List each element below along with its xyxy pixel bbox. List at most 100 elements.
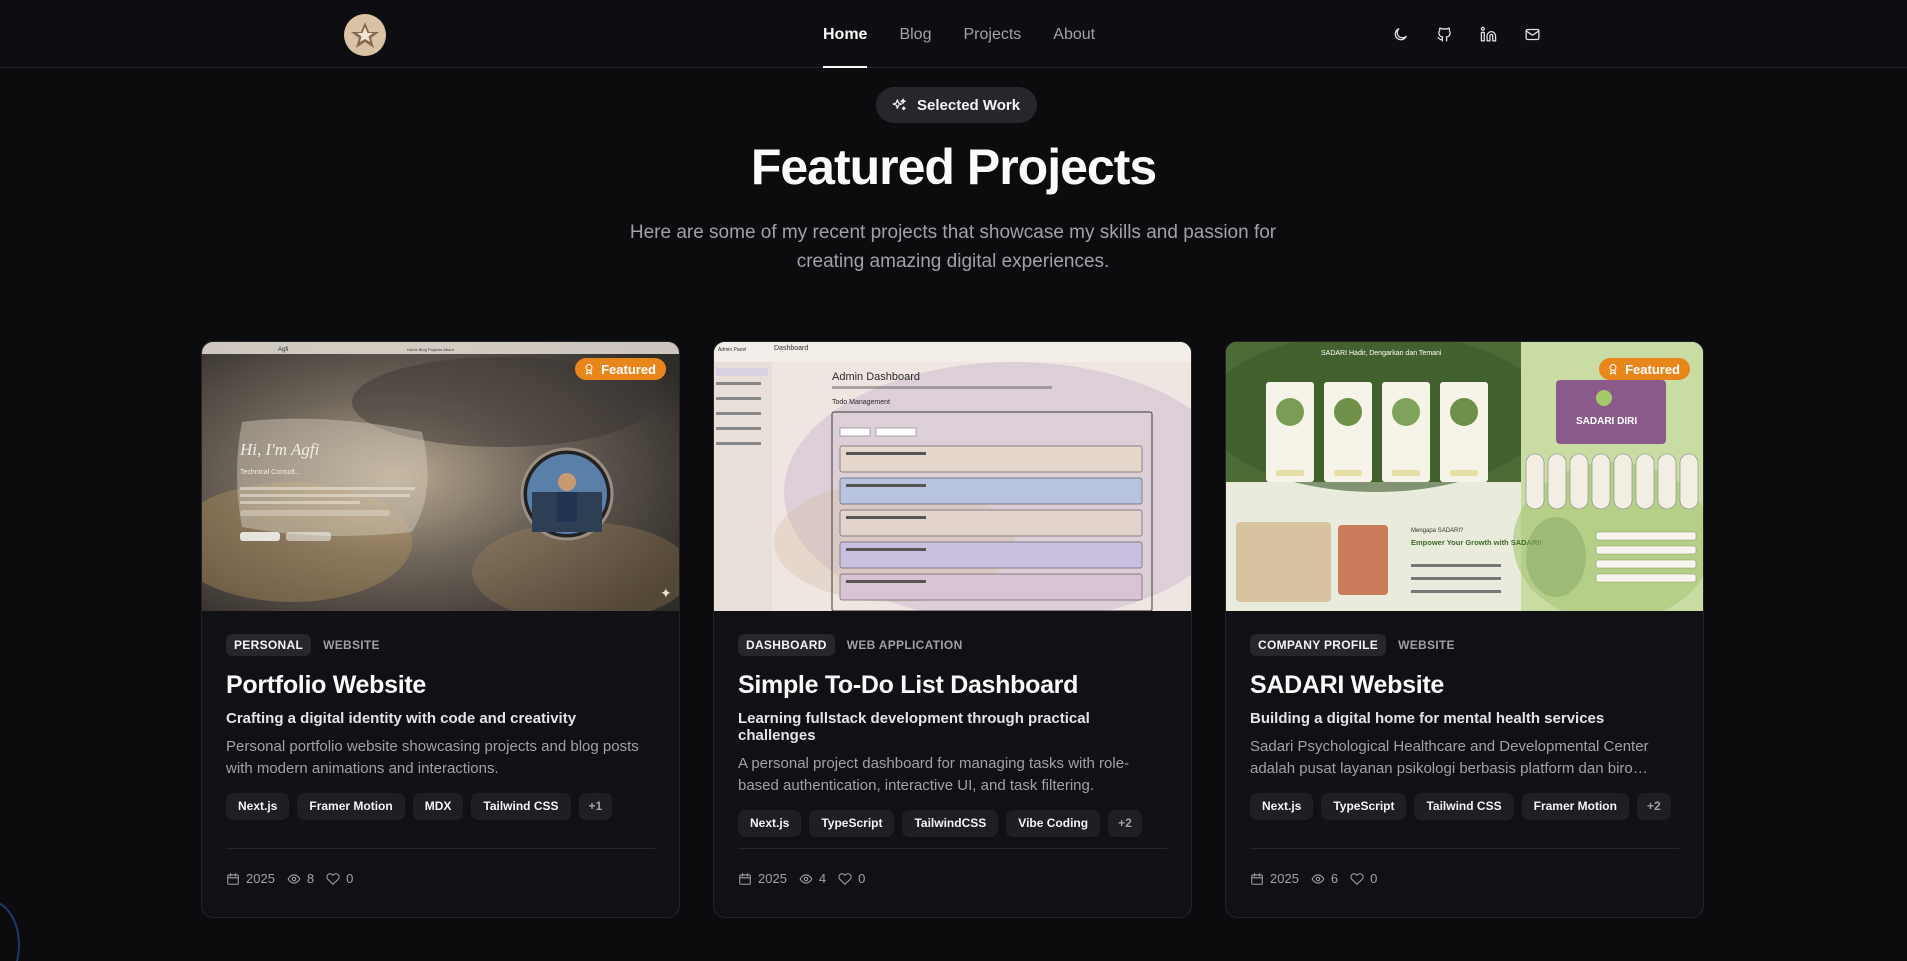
tech-tag: Next.js (1250, 793, 1314, 820)
tech-tag: TailwindCSS (902, 810, 999, 837)
svg-text:SADARI DIRI: SADARI DIRI (1576, 416, 1637, 427)
project-description: A personal project dashboard for managin… (738, 755, 1130, 794)
tech-tags: Next.js TypeScript Tailwind CSS Framer M… (1250, 793, 1679, 820)
nav-link-projects[interactable]: Projects (947, 0, 1037, 68)
award-icon (585, 364, 593, 375)
project-card-sadari[interactable]: SADARI Hadir, Dengarkan dan Temani Menga… (1225, 341, 1704, 918)
page-title: Featured Projects (750, 139, 1157, 195)
svg-text:Dashboard: Dashboard (774, 345, 808, 352)
meta-year: 2025 (1250, 871, 1299, 886)
project-description: Personal portfolio website showcasing pr… (226, 738, 639, 777)
calendar-icon (227, 872, 239, 885)
tech-tags: Next.js Framer Motion MDX Tailwind CSS +… (226, 793, 655, 820)
heart-icon (838, 872, 852, 885)
decorative-corner (0, 900, 20, 961)
tech-tag: Framer Motion (1521, 793, 1629, 820)
nav-icon-group (1388, 20, 1544, 48)
tech-tag: TypeScript (809, 810, 895, 837)
project-title[interactable]: Simple To-Do List Dashboard (738, 671, 1167, 700)
eye-icon (287, 873, 301, 884)
featured-badge: Featured (575, 358, 666, 380)
top-navbar: Home Blog Projects About (0, 0, 1907, 68)
thumb-subheading: Empower Your Growth with SADARI! (1411, 538, 1542, 547)
github-icon[interactable] (1432, 20, 1456, 48)
tech-tag: Next.js (738, 810, 802, 837)
thumb-heading: SADARI Hadir, Dengarkan dan Temani (1321, 350, 1442, 357)
project-tagline: Building a digital home for mental healt… (1250, 710, 1605, 727)
thumb-subheading: Todo Management (832, 399, 890, 406)
card-meta: 2025 4 0 (738, 871, 865, 886)
card-body: COMPANY PROFILE WEBSITE SADARI Website B… (1250, 634, 1679, 820)
tech-tags: Next.js TypeScript TailwindCSS Vibe Codi… (738, 810, 1167, 837)
card-meta: 2025 6 0 (1250, 871, 1377, 886)
project-title[interactable]: SADARI Website (1250, 671, 1679, 700)
project-title[interactable]: Portfolio Website (226, 671, 655, 700)
project-description: Sadari Psychological Healthcare and Deve… (1250, 738, 1649, 777)
more-tags-count: +2 (1636, 793, 1671, 820)
tech-tag: Tailwind CSS (1414, 793, 1514, 820)
eye-icon (1311, 873, 1325, 884)
card-body: PERSONAL WEBSITE Portfolio Website Craft… (226, 634, 655, 820)
project-thumbnail[interactable]: Agfi Home Blog Projects About Hi, I'm Ag… (202, 342, 679, 611)
linkedin-icon[interactable] (1476, 20, 1500, 48)
nav-links: Home Blog Projects About (823, 0, 1111, 68)
meta-views: 6 (1311, 871, 1338, 886)
project-tagline: Learning fullstack development through p… (738, 710, 1090, 744)
category-secondary: WEBSITE (1398, 638, 1455, 652)
svg-text:Admin Panel: Admin Panel (718, 347, 746, 353)
meta-views: 8 (287, 871, 314, 886)
svg-text:Agfi: Agfi (278, 347, 288, 353)
svg-text:Mengapa SADARI?: Mengapa SADARI? (1411, 528, 1464, 534)
mail-icon[interactable] (1520, 20, 1544, 48)
thumb-heading: Admin Dashboard (832, 371, 920, 383)
meta-likes[interactable]: 0 (838, 871, 865, 886)
category-secondary: WEBSITE (323, 638, 380, 652)
project-card-portfolio[interactable]: Agfi Home Blog Projects About Hi, I'm Ag… (201, 341, 680, 918)
category-row: COMPANY PROFILE WEBSITE (1250, 634, 1679, 656)
heart-icon (326, 872, 340, 885)
featured-badge: Featured (1599, 358, 1690, 380)
card-body: DASHBOARD WEB APPLICATION Simple To-Do L… (738, 634, 1167, 837)
more-tags-count: +2 (1108, 810, 1142, 837)
nav-link-home[interactable]: Home (823, 0, 883, 68)
category-primary: PERSONAL (226, 634, 312, 656)
tech-tag: Vibe Coding (1006, 810, 1101, 837)
award-icon (1609, 364, 1617, 375)
eye-icon (799, 873, 813, 884)
featured-label: Featured (1625, 361, 1680, 377)
svg-text:✦: ✦ (660, 586, 672, 602)
selected-work-pill: Selected Work (876, 87, 1038, 123)
tech-tag: Tailwind CSS (471, 793, 571, 820)
category-primary: DASHBOARD (738, 634, 835, 656)
project-tagline: Crafting a digital identity with code an… (226, 710, 577, 727)
card-divider (738, 848, 1167, 849)
meta-year: 2025 (738, 871, 787, 886)
pill-label: Selected Work (917, 96, 1021, 114)
nav-link-about[interactable]: About (1037, 0, 1111, 68)
tech-tag: MDX (412, 793, 464, 820)
featured-label: Featured (601, 361, 656, 377)
nav-link-blog[interactable]: Blog (883, 0, 947, 68)
category-row: DASHBOARD WEB APPLICATION (738, 634, 1167, 656)
meta-likes[interactable]: 0 (326, 871, 353, 886)
meta-likes[interactable]: 0 (1350, 871, 1377, 886)
heart-icon (1350, 872, 1364, 885)
tech-tag: Framer Motion (297, 793, 405, 820)
calendar-icon (1251, 872, 1263, 885)
category-row: PERSONAL WEBSITE (226, 634, 655, 656)
project-thumbnail[interactable]: Admin Panel Dashboard Admin Dashboard To… (714, 342, 1191, 611)
card-divider (1250, 848, 1679, 849)
thumb-heading: Hi, I'm Agfi (239, 440, 320, 459)
project-card-todo-dashboard[interactable]: Admin Panel Dashboard Admin Dashboard To… (713, 341, 1192, 918)
page-subtitle: Here are some of my recent projects that… (629, 222, 1277, 272)
category-secondary: WEB APPLICATION (846, 638, 963, 652)
site-logo[interactable] (344, 14, 386, 56)
project-thumbnail[interactable]: SADARI Hadir, Dengarkan dan Temani Menga… (1226, 342, 1703, 611)
card-meta: 2025 8 0 (226, 871, 353, 886)
meta-views: 4 (799, 871, 826, 886)
thumb-subheading: Technical Consult... (240, 469, 301, 476)
moon-icon[interactable] (1388, 20, 1412, 48)
sparkles-icon (892, 98, 906, 110)
more-tags-count: +1 (578, 793, 613, 820)
svg-text:Home Blog Projects About: Home Blog Projects About (407, 347, 455, 352)
